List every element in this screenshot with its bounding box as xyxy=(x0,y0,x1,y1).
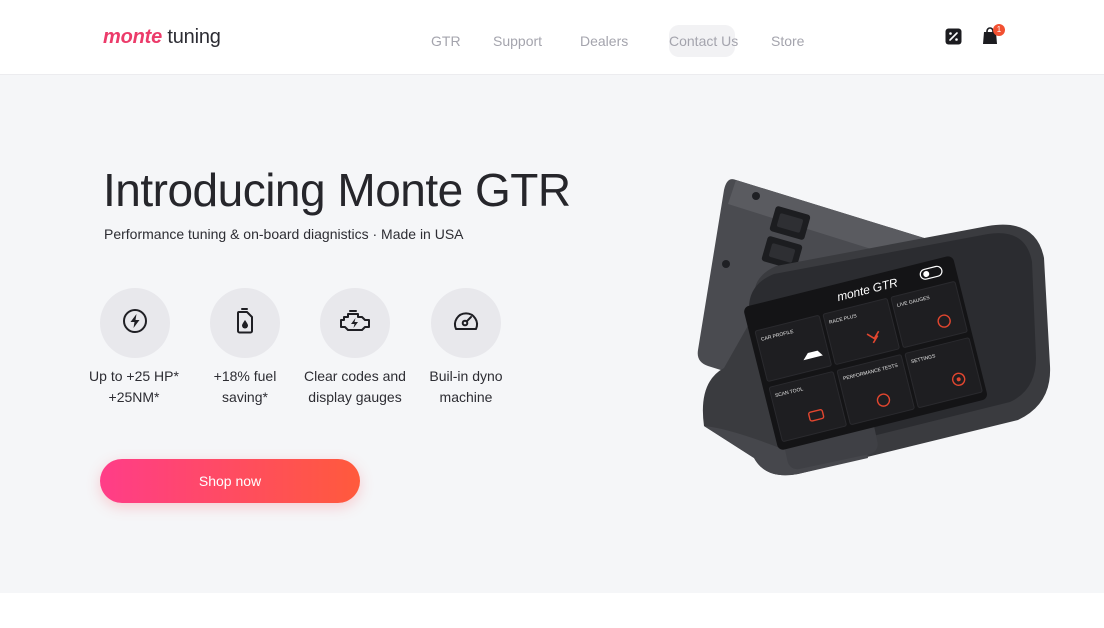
feature-codes xyxy=(320,288,390,358)
bolt-icon xyxy=(121,307,149,340)
feature-hp-line2: +25NM* xyxy=(108,389,160,405)
speedometer-icon xyxy=(451,307,481,340)
cart-count-badge: 1 xyxy=(993,24,1005,36)
feature-hp-label: Up to +25 HP* +25NM* xyxy=(79,366,189,408)
feature-fuel-line2: saving* xyxy=(222,389,268,405)
feature-codes-label: Clear codes and display gauges xyxy=(300,366,410,408)
nav-support[interactable]: Support xyxy=(493,33,542,49)
feature-hp-line1: Up to +25 HP* xyxy=(89,368,179,384)
engine-icon xyxy=(338,307,372,340)
feature-dyno-line2: machine xyxy=(439,389,493,405)
nav-contact-us[interactable]: Contact Us xyxy=(669,25,738,57)
hero-title: Introducing Monte GTR xyxy=(103,164,571,216)
hero-subtitle: Performance tuning & on-board diagnistic… xyxy=(104,226,464,242)
nav-gtr[interactable]: GTR xyxy=(431,33,461,49)
feature-hp xyxy=(100,288,170,358)
feature-dyno xyxy=(431,288,501,358)
shop-now-button[interactable]: Shop now xyxy=(100,459,360,503)
site-header: monte tuning GTR Support Dealers Contact… xyxy=(0,0,1104,75)
discount-icon[interactable] xyxy=(943,26,963,46)
fuel-can-icon xyxy=(232,307,258,340)
feature-fuel xyxy=(210,288,280,358)
feature-codes-line2: display gauges xyxy=(308,389,402,405)
feature-codes-line1: Clear codes and xyxy=(304,368,406,384)
nav-dealers[interactable]: Dealers xyxy=(580,33,628,49)
monte-gtr-device-image: monte GTR CAR PROFILE RACE PLUS LIVE GAU… xyxy=(688,168,1058,488)
feature-dyno-line1: Buil-in dyno xyxy=(429,368,503,384)
feature-dyno-label: Buil-in dyno machine xyxy=(411,366,521,408)
logo-rest: tuning xyxy=(167,26,221,48)
nav-store[interactable]: Store xyxy=(771,33,804,49)
logo[interactable]: monte tuning xyxy=(103,26,221,49)
feature-fuel-line1: +18% fuel xyxy=(213,368,277,384)
feature-fuel-label: +18% fuel saving* xyxy=(190,366,300,408)
logo-brand: monte xyxy=(103,26,163,48)
